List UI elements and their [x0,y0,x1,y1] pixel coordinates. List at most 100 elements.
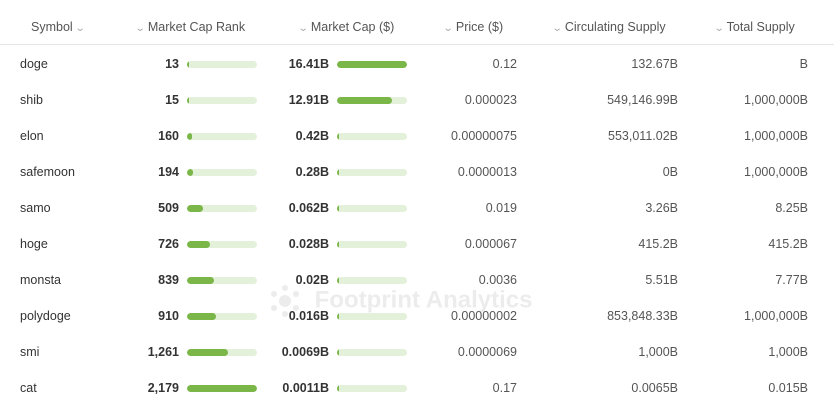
circulating-supply-cell: 549,146.99B [607,93,678,107]
symbol-cell: doge [20,57,48,71]
symbol-cell: safemoon [20,165,75,179]
price-cell: 0.00000002 [450,309,517,323]
rank-cell: 15 [165,93,179,107]
circulating-supply-cell: 853,848.33B [607,309,678,323]
market-cap-cell: 0.062B [288,201,329,215]
table-row[interactable]: samo 509 0.062B 0.019 3.26B 8.25B [0,190,834,226]
table-row[interactable]: smi 1,261 0.0069B 0.0000069 1,000B 1,000B [0,334,834,370]
market-cap-bar [337,241,407,248]
market-cap-bar-fill [337,205,339,212]
column-label: Circulating Supply [564,20,666,34]
market-cap-bar [337,313,407,320]
total-supply-cell: 415.2B [768,237,808,251]
table-row[interactable]: safemoon 194 0.28B 0.0000013 0B 1,000,000B [0,154,834,190]
price-cell: 0.0000069 [457,345,517,359]
column-header-market-cap-rank[interactable]: ⌄ Market Cap Rank [135,0,246,45]
rank-bar-fill [187,61,189,68]
rank-bar [187,61,257,68]
price-cell: 0.000067 [464,237,517,251]
rank-cell: 726 [158,237,179,251]
market-cap-bar [337,97,407,104]
market-cap-cell: 0.28B [295,165,329,179]
total-supply-cell: 1,000,000B [744,309,808,323]
symbol-cell: shib [20,93,43,107]
table-row[interactable]: polydoge 910 0.016B 0.00000002 853,848.33B 1,… [0,298,834,334]
rank-bar-fill [187,385,257,392]
total-supply-cell: B [799,57,808,71]
market-cap-cell: 0.42B [295,129,329,143]
table-row[interactable]: elon 160 0.42B 0.00000075 553,011.02B 1,000,0… [0,118,834,154]
price-cell: 0.00000075 [450,129,517,143]
market-cap-bar-fill [337,169,339,176]
symbol-cell: cat [20,381,37,395]
symbol-cell: samo [20,201,51,215]
table-row[interactable]: cat 2,179 0.0011B 0.17 0.0065B 0.015B [0,370,834,406]
rank-bar-fill [187,349,228,356]
rank-cell: 160 [158,129,179,143]
market-cap-bar [337,277,407,284]
symbol-cell: elon [20,129,44,143]
market-cap-cell: 0.02B [295,273,329,287]
rank-bar-fill [187,241,210,248]
price-cell: 0.000023 [464,93,517,107]
rank-bar [187,241,257,248]
market-cap-bar-fill [337,277,339,284]
column-label: Market Cap Rank [147,20,246,34]
column-label: Symbol [31,20,73,34]
price-cell: 0.17 [492,381,517,395]
rank-bar [187,349,257,356]
column-label: Market Cap ($) [310,20,395,34]
circulating-supply-cell: 132.67B [631,57,678,71]
total-supply-cell: 8.25B [775,201,808,215]
rank-cell: 2,179 [147,381,179,395]
rank-bar-fill [187,277,214,284]
column-label: Total Supply [726,20,795,34]
rank-bar-fill [187,133,192,140]
table-row[interactable]: doge 13 16.41B 0.12 132.67B B [0,46,834,82]
rank-bar-fill [187,97,189,104]
market-cap-bar-fill [337,133,339,140]
market-cap-bar [337,133,407,140]
rank-cell: 1,261 [147,345,179,359]
market-cap-bar-fill [337,61,407,68]
rank-cell: 910 [158,309,179,323]
total-supply-cell: 1,000,000B [744,129,808,143]
total-supply-cell: 1,000,000B [744,165,808,179]
symbol-cell: monsta [20,273,61,287]
column-header-symbol[interactable]: Symbol ⌄ [31,0,86,45]
market-cap-bar [337,61,407,68]
market-cap-bar-fill [337,349,339,356]
rank-bar [187,385,257,392]
table-row[interactable]: monsta 839 0.02B 0.0036 5.51B 7.77B [0,262,834,298]
circulating-supply-cell: 415.2B [638,237,678,251]
market-cap-bar [337,205,407,212]
table-row[interactable]: shib 15 12.91B 0.000023 549,146.99B 1,000,000… [0,82,834,118]
total-supply-cell: 1,000,000B [744,93,808,107]
rank-bar [187,133,257,140]
circulating-supply-cell: 0B [662,165,678,179]
column-header-market-cap[interactable]: ⌄ Market Cap ($) [298,0,395,45]
column-header-circulating-supply[interactable]: ⌄ Circulating Supply [552,0,666,45]
symbol-cell: hoge [20,237,48,251]
column-header-total-supply[interactable]: ⌄ Total Supply [714,0,795,45]
market-cap-bar-fill [337,385,339,392]
column-header-price[interactable]: ⌄ Price ($) [443,0,504,45]
market-cap-bar-fill [337,241,339,248]
rank-bar [187,313,257,320]
column-label: Price ($) [455,20,504,34]
rank-bar-fill [187,169,193,176]
market-cap-cell: 16.41B [288,57,329,71]
market-cap-bar-fill [337,313,339,320]
market-cap-cell: 0.0069B [281,345,329,359]
rank-bar [187,277,257,284]
circulating-supply-cell: 553,011.02B [608,129,678,143]
rank-bar-fill [187,313,216,320]
rank-bar [187,169,257,176]
market-cap-cell: 12.91B [288,93,329,107]
market-cap-bar [337,349,407,356]
price-cell: 0.019 [485,201,517,215]
total-supply-cell: 0.015B [768,381,808,395]
table-row[interactable]: hoge 726 0.028B 0.000067 415.2B 415.2B [0,226,834,262]
rank-bar-fill [187,205,203,212]
market-cap-bar [337,385,407,392]
